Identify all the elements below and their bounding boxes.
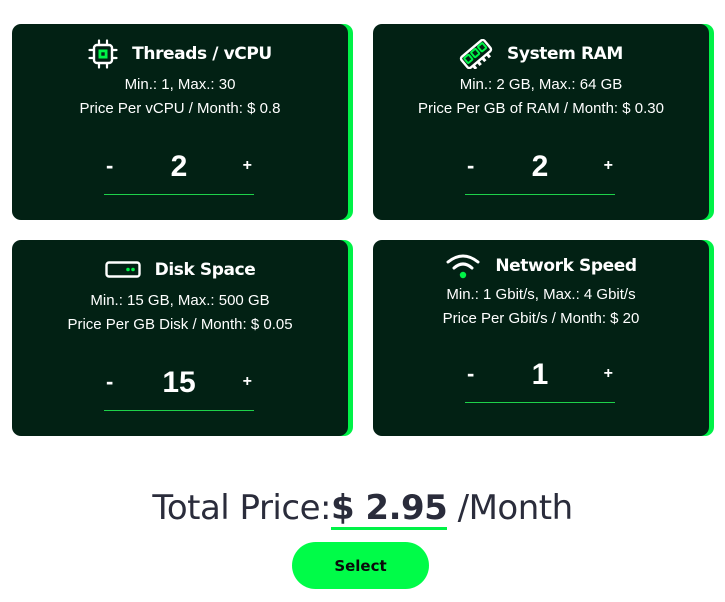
increment-button[interactable]: + bbox=[243, 146, 252, 186]
increment-button[interactable]: + bbox=[243, 362, 252, 402]
hard-disk-icon bbox=[104, 260, 141, 280]
cpu-chip-icon bbox=[88, 39, 118, 69]
total-price-amount: $ 2.95 bbox=[330, 488, 448, 530]
range-text: Min.: 1, Max.: 30 bbox=[124, 76, 236, 93]
card-title: Network Speed bbox=[495, 256, 637, 276]
disk-card: Disk Space Min.: 15 GB, Max.: 500 GB Pri… bbox=[12, 240, 348, 436]
vcpu-card: Threads / vCPU Min.: 1, Max.: 30 Price P… bbox=[12, 24, 348, 220]
ram-stepper: - + bbox=[465, 146, 615, 195]
card-info: Min.: 1, Max.: 30 Price Per vCPU / Month… bbox=[12, 73, 348, 121]
ram-quantity-input[interactable] bbox=[505, 146, 575, 188]
ram-module-icon bbox=[459, 39, 493, 69]
decrement-button[interactable]: - bbox=[106, 146, 113, 186]
price-text: Price Per vCPU / Month: $ 0.8 bbox=[79, 100, 281, 117]
decrement-button[interactable]: - bbox=[467, 146, 474, 186]
card-info: Min.: 2 GB, Max.: 64 GB Price Per GB of … bbox=[373, 73, 709, 121]
price-text: Price Per GB of RAM / Month: $ 0.30 bbox=[418, 100, 664, 117]
range-text: Min.: 2 GB, Max.: 64 GB bbox=[459, 76, 623, 93]
card-title: Disk Space bbox=[154, 260, 256, 280]
range-text: Min.: 1 Gbit/s, Max.: 4 Gbit/s bbox=[446, 286, 636, 303]
decrement-button[interactable]: - bbox=[467, 354, 474, 394]
range-text: Min.: 15 GB, Max.: 500 GB bbox=[90, 292, 270, 309]
vcpu-quantity-input[interactable] bbox=[144, 146, 214, 188]
total-price: Total Price:$ 2.95 /Month bbox=[0, 488, 725, 530]
card-header: System RAM bbox=[373, 39, 709, 69]
card-info: Min.: 15 GB, Max.: 500 GB Price Per GB D… bbox=[12, 289, 348, 337]
vcpu-stepper: - + bbox=[104, 146, 254, 195]
decrement-button[interactable]: - bbox=[106, 362, 113, 402]
total-price-label: Total Price: bbox=[152, 488, 331, 528]
total-price-unit: /Month bbox=[457, 488, 574, 528]
card-header: Disk Space bbox=[12, 255, 348, 285]
card-title: Threads / vCPU bbox=[132, 44, 272, 64]
network-stepper: - + bbox=[465, 354, 615, 403]
price-text: Price Per Gbit/s / Month: $ 20 bbox=[442, 310, 640, 327]
wifi-icon bbox=[445, 251, 481, 281]
card-info: Min.: 1 Gbit/s, Max.: 4 Gbit/s Price Per… bbox=[373, 283, 709, 331]
card-title: System RAM bbox=[507, 44, 623, 64]
network-card: Network Speed Min.: 1 Gbit/s, Max.: 4 Gb… bbox=[373, 240, 709, 436]
network-quantity-input[interactable] bbox=[505, 354, 575, 396]
increment-button[interactable]: + bbox=[604, 146, 613, 186]
increment-button[interactable]: + bbox=[604, 354, 613, 394]
ram-card: System RAM Min.: 2 GB, Max.: 64 GB Price… bbox=[373, 24, 709, 220]
disk-stepper: - + bbox=[104, 362, 254, 411]
card-header: Threads / vCPU bbox=[12, 39, 348, 69]
price-text: Price Per GB Disk / Month: $ 0.05 bbox=[67, 316, 293, 333]
card-header: Network Speed bbox=[373, 251, 709, 281]
select-button[interactable]: Select bbox=[292, 542, 429, 589]
disk-quantity-input[interactable] bbox=[144, 362, 214, 404]
